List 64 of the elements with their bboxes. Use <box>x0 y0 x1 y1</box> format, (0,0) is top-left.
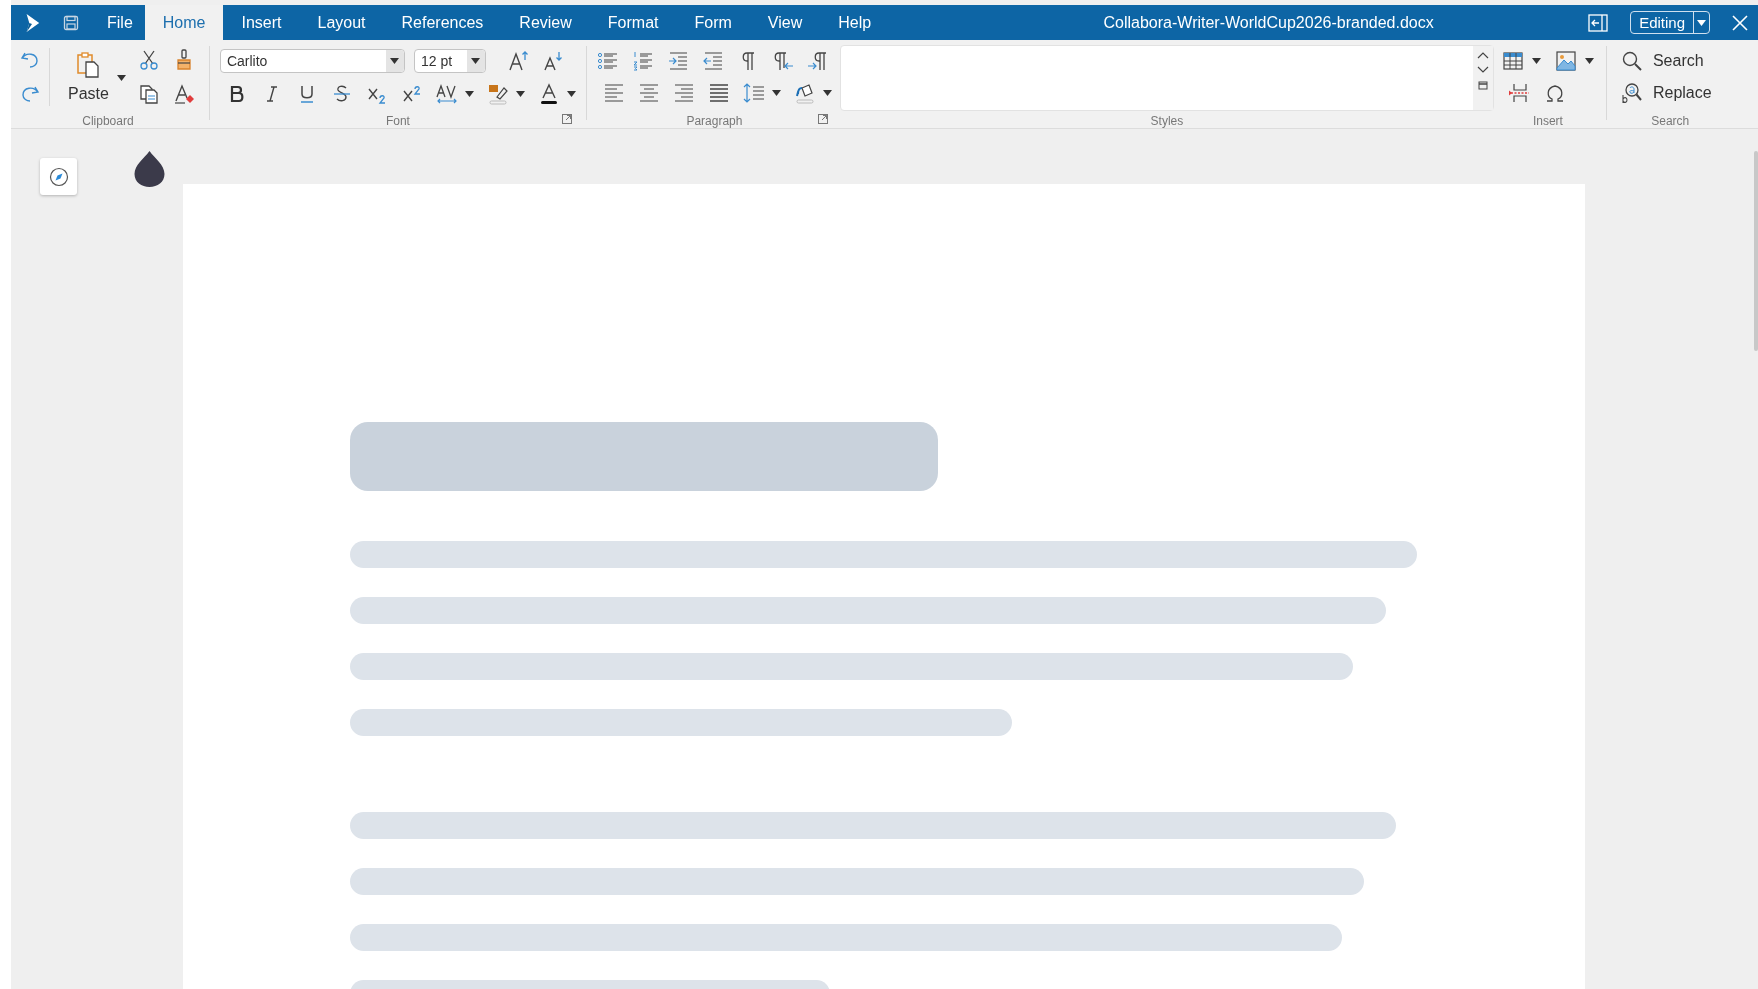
group-label: Paragraph <box>686 114 743 128</box>
scissors-icon[interactable] <box>137 49 160 71</box>
chevron-down-icon[interactable] <box>1476 66 1489 74</box>
group-label: Clipboard <box>82 114 134 128</box>
drop-icon <box>133 150 166 188</box>
menu-tab[interactable]: File <box>95 5 145 40</box>
caret-icon <box>1697 19 1706 26</box>
document-title: Collabora-Writer-WorldCup2026-branded.docx <box>1102 13 1435 32</box>
group-label: Font <box>385 114 410 128</box>
grow-font-icon[interactable] <box>507 50 530 72</box>
table-icon[interactable] <box>1501 50 1524 72</box>
page-break-icon[interactable] <box>1507 82 1530 104</box>
caret-icon[interactable] <box>515 91 525 97</box>
scrollbar-thumb[interactable] <box>1754 151 1758 351</box>
caret-icon <box>471 58 481 64</box>
caret-icon[interactable] <box>1531 58 1541 64</box>
justify-icon[interactable] <box>707 82 730 104</box>
sidebar-toggle-icon[interactable] <box>1588 13 1609 32</box>
mode-dropdown[interactable]: Editing <box>1630 11 1710 34</box>
left-to-right-icon[interactable] <box>806 50 829 72</box>
compass-icon <box>48 166 69 187</box>
clipboard-icon <box>75 51 102 79</box>
paint-bucket-icon[interactable] <box>793 82 816 104</box>
menu-tab[interactable]: Review <box>501 5 590 40</box>
clear-formatting-icon[interactable] <box>172 83 195 105</box>
caret-icon[interactable] <box>464 91 474 97</box>
menu-tab[interactable]: Format <box>589 5 677 40</box>
menu-tab[interactable]: Home <box>144 5 224 40</box>
menu-tab[interactable]: Form <box>676 5 750 40</box>
dialog-launcher-icon[interactable] <box>817 114 828 124</box>
menu-tab[interactable]: Insert <box>223 5 300 40</box>
save-icon[interactable] <box>63 14 79 31</box>
group-label: Search <box>1651 114 1690 128</box>
paste-button[interactable]: Paste <box>50 51 119 103</box>
font-size-dropdown[interactable]: 12 pt <box>413 49 486 73</box>
search-icon <box>1620 50 1643 72</box>
caret-icon[interactable] <box>822 90 832 96</box>
image-icon[interactable] <box>1554 50 1577 72</box>
line-spacing-icon[interactable] <box>742 82 765 104</box>
caret-icon[interactable] <box>1584 58 1594 64</box>
menu-tab[interactable]: View <box>749 5 821 40</box>
caret-icon[interactable] <box>771 90 781 96</box>
font-name-dropdown[interactable]: Carlito <box>219 49 405 73</box>
highlighter-icon[interactable] <box>486 83 509 105</box>
search-button[interactable]: Search <box>1620 50 1720 72</box>
menu-tab[interactable]: Layout <box>299 5 384 40</box>
close-icon[interactable] <box>1732 14 1748 31</box>
menu-tab[interactable]: References <box>383 5 502 40</box>
shrink-font-icon[interactable] <box>541 50 564 72</box>
replace-button[interactable]: Replace <box>1620 82 1720 104</box>
copy-icon[interactable] <box>137 83 160 105</box>
chevron-up-icon[interactable] <box>1476 51 1489 59</box>
menu-tab[interactable]: Help <box>820 5 890 40</box>
expand-gallery-icon[interactable] <box>1477 81 1488 90</box>
group-label: Insert <box>1532 114 1563 128</box>
character-spacing-icon[interactable] <box>435 83 458 105</box>
caret-icon[interactable] <box>566 91 576 97</box>
navigator-button[interactable] <box>40 158 77 195</box>
caret-icon[interactable] <box>116 75 126 81</box>
bullet-list-icon[interactable] <box>596 50 619 72</box>
group-label: Styles <box>1150 114 1184 128</box>
find-replace-icon <box>1620 82 1643 104</box>
dialog-launcher-icon[interactable] <box>561 114 572 124</box>
caret-icon <box>390 58 400 64</box>
